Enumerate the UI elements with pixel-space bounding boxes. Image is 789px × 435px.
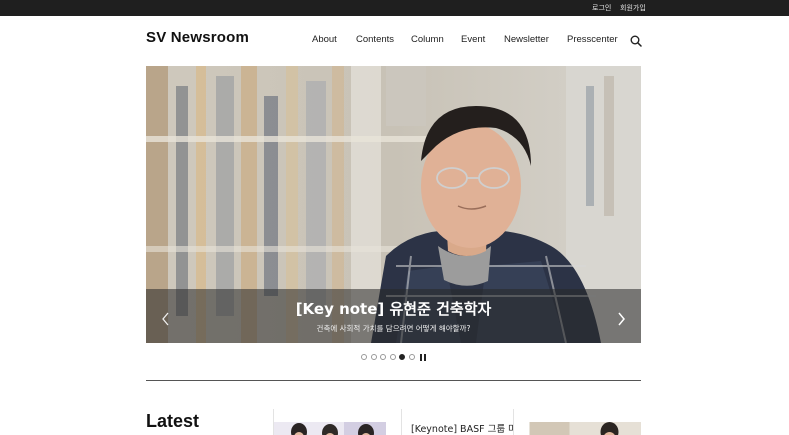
slide-dot-1[interactable] [361,354,367,360]
nav-about[interactable]: About [312,34,337,45]
site-logo[interactable]: SV Newsroom [146,29,249,46]
hero-title[interactable]: [Key note] 유현준 건축학자 [146,298,641,319]
slide-dot-4[interactable] [389,354,396,360]
hero-subtitle: 건축에 사회적 가치를 담으려면 어떻게 해야할까? [316,324,471,333]
hero-caption: [Key note] 유현준 건축학자 건축에 사회적 가치를 담으려면 어떻게… [146,289,641,343]
slide-dot-2[interactable] [370,354,377,360]
section-divider [146,380,641,381]
nav-event[interactable]: Event [461,34,485,45]
card-thumbnail [529,422,641,435]
nav-column[interactable]: Column [411,34,444,45]
chevron-left-icon[interactable] [160,312,172,326]
card-title[interactable]: [Keynote] BASF 그룹 마틴 [411,421,513,435]
card-thumbnail [274,422,386,435]
pause-icon[interactable] [420,354,427,361]
slide-dot-6[interactable] [408,354,415,360]
slide-dot-3[interactable] [380,354,386,360]
latest-card-2[interactable]: [Keynote] BASF 그룹 마틴 [401,409,514,435]
nav-presscenter[interactable]: Presscenter [567,34,618,45]
latest-card-1[interactable] [273,409,386,435]
latest-card-3[interactable] [529,409,641,435]
login-link[interactable]: 로그인 [592,3,611,13]
slide-dot-5[interactable] [399,354,405,360]
nav-contents[interactable]: Contents [356,34,394,45]
chevron-right-icon[interactable] [615,312,627,326]
top-utility-bar: 로그인 회원가입 [0,0,789,16]
search-icon[interactable] [630,34,642,47]
hero-slider[interactable]: [Key note] 유현준 건축학자 건축에 사회적 가치를 담으려면 어떻게… [146,66,641,343]
signup-link[interactable]: 회원가입 [620,3,646,13]
nav-newsletter[interactable]: Newsletter [504,34,549,45]
latest-heading: Latest [146,411,200,431]
